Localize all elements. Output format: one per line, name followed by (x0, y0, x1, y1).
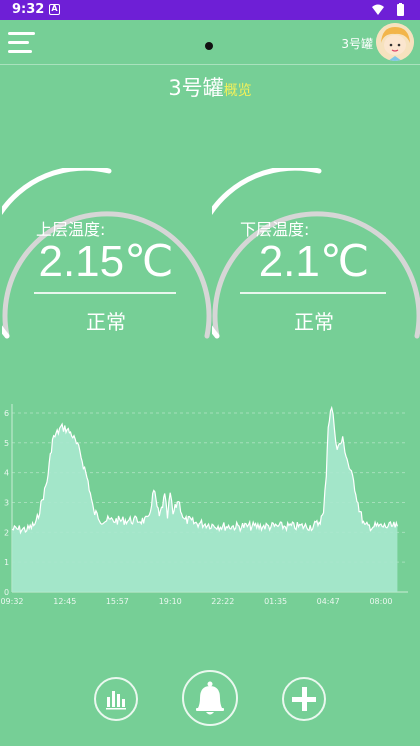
y-tick-label: 3 (4, 498, 9, 507)
user-avatar-icon (376, 23, 414, 61)
tank-label[interactable]: 3号罐 (341, 35, 373, 52)
page-indicator-dot (205, 42, 213, 50)
y-tick-label: 0 (4, 588, 9, 597)
gauge-status: 正常 (86, 310, 126, 334)
header-divider (0, 64, 420, 65)
notification-icon: A (49, 4, 60, 15)
page-title-sub: 概览 (223, 83, 252, 99)
gauge-divider (34, 292, 176, 294)
alarm-button[interactable] (182, 670, 238, 726)
x-tick-label: 08:00 (369, 597, 392, 606)
y-axis-ticks: 0 1 2 3 4 5 6 (4, 409, 9, 597)
bell-icon (196, 681, 224, 715)
chart-area-fill (12, 407, 398, 592)
x-axis-ticks: 09:32 12:45 15:57 19:10 22:22 01:35 04:47 08:00 (0, 597, 392, 606)
gauge-value: 2.15℃ (38, 237, 174, 286)
menu-icon-line (8, 41, 29, 44)
status-time: 9:32 (12, 2, 45, 17)
avatar[interactable] (376, 23, 414, 61)
x-tick-label: 15:57 (106, 597, 129, 606)
menu-button[interactable] (8, 32, 36, 54)
temperature-chart[interactable]: 0 1 2 3 4 5 6 09:32 12:45 15:57 19:10 22:22 01:35 04… (0, 396, 420, 616)
x-tick-label: 01:35 (264, 597, 287, 606)
battery-icon (397, 4, 404, 16)
x-tick-label: 22:22 (211, 597, 234, 606)
status-bar: 9:32 A (0, 0, 420, 20)
page-title-main: 3号罐 (168, 76, 224, 100)
menu-icon-line (8, 32, 35, 35)
x-tick-label: 09:32 (0, 597, 23, 606)
y-tick-label: 4 (4, 469, 9, 478)
add-button[interactable] (282, 677, 326, 721)
x-tick-label: 04:47 (317, 597, 340, 606)
upper-temperature-gauge: 上层温度: 2.15℃ 正常 (2, 168, 212, 340)
x-tick-label: 19:10 (159, 597, 182, 606)
system-icons (372, 3, 404, 16)
y-tick-label: 2 (4, 528, 9, 537)
y-tick-label: 5 (4, 439, 9, 448)
y-tick-label: 6 (4, 409, 9, 418)
wifi-icon (372, 4, 384, 15)
y-tick-label: 1 (4, 558, 9, 567)
gauge-divider (240, 292, 386, 294)
stats-button[interactable] (94, 677, 138, 721)
bar-chart-icon (106, 691, 126, 710)
page-title: 3号罐概览 (0, 72, 420, 102)
lower-temperature-gauge: 下层温度: 2.1℃ 正常 (212, 168, 420, 340)
gauge-value: 2.1℃ (258, 237, 370, 286)
x-tick-label: 12:45 (53, 597, 76, 606)
plus-icon (292, 687, 316, 711)
menu-icon-line (8, 50, 32, 53)
gauge-status: 正常 (294, 310, 334, 334)
